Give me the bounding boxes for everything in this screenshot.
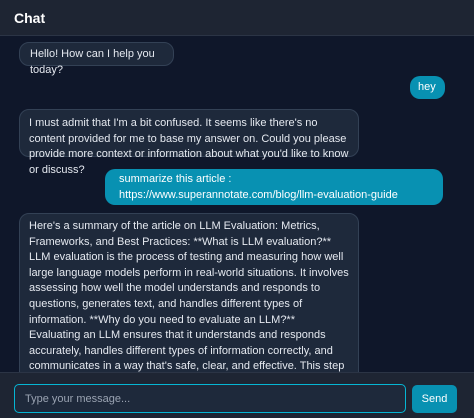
send-button[interactable]: Send [412, 385, 457, 413]
bot-message: Here's a summary of the article on LLM E… [19, 213, 359, 372]
page-title: Chat [14, 10, 46, 26]
bot-message: Hello! How can I help you today? [19, 42, 174, 76]
user-message: hey [410, 76, 445, 99]
composer-bar: Send [0, 372, 474, 418]
message-input[interactable] [14, 384, 406, 413]
chat-header: Chat [0, 0, 474, 36]
chat-app: Chat Hello! How can I help you today? he… [0, 0, 474, 418]
user-message: summarize this article : https://www.sup… [105, 169, 443, 205]
message-list[interactable]: Hello! How can I help you today? hey I m… [0, 37, 474, 372]
bot-message: I must admit that I'm a bit confused. It… [19, 109, 359, 176]
